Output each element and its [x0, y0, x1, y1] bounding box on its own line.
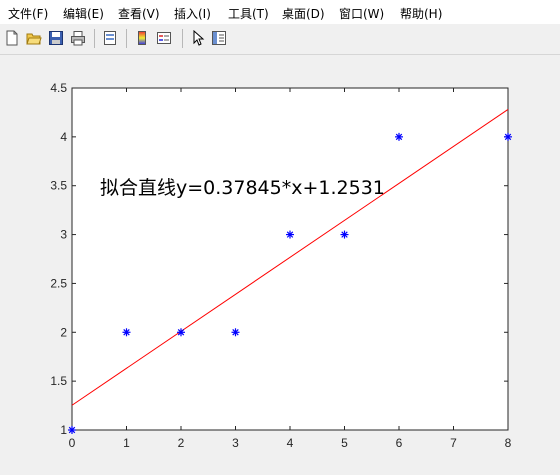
- print-preview-icon[interactable]: [100, 28, 120, 48]
- data-point-marker: [177, 328, 185, 337]
- x-tick-label: 6: [396, 436, 403, 450]
- x-tick-label: 3: [232, 436, 239, 450]
- data-point-marker: [340, 230, 349, 239]
- save-icon[interactable]: [46, 28, 66, 48]
- pointer-icon[interactable]: [188, 28, 208, 48]
- menu-desktop[interactable]: 桌面(D): [282, 5, 325, 22]
- menu-file[interactable]: 文件(F): [8, 5, 48, 22]
- x-tick-label: 0: [69, 436, 76, 450]
- print-icon[interactable]: [68, 28, 88, 48]
- menu-view[interactable]: 查看(V): [118, 5, 160, 22]
- y-tick-label: 1.5: [50, 374, 67, 388]
- menu-tools[interactable]: 工具(T): [228, 5, 269, 22]
- toolbar-separator: [182, 29, 183, 48]
- x-tick-label: 4: [287, 436, 294, 450]
- x-tick-label: 7: [450, 436, 457, 450]
- data-point-marker: [286, 230, 294, 239]
- y-tick-label: 4.5: [50, 81, 67, 95]
- new-file-icon[interactable]: [2, 28, 22, 48]
- y-tick-label: 3.5: [50, 179, 67, 193]
- x-tick-label: 8: [505, 436, 512, 450]
- menu-help[interactable]: 帮助(H): [400, 5, 442, 22]
- menu-insert[interactable]: 插入(I): [174, 5, 211, 22]
- fit-equation-annotation: 拟合直线y=0.37845*x+1.2531: [100, 177, 385, 199]
- toolbar: [0, 24, 560, 55]
- data-point-marker: [68, 426, 76, 434]
- data-point-marker: [122, 328, 131, 337]
- y-tick-label: 2.5: [50, 276, 67, 290]
- toolbar-separator: [94, 29, 95, 48]
- toolbar-separator: [126, 29, 127, 48]
- plot-area: [71, 87, 509, 431]
- x-tick-label: 2: [178, 436, 185, 450]
- x-tick-label: 1: [123, 436, 130, 450]
- y-tick-label: 2: [60, 325, 67, 339]
- data-point-marker: [231, 328, 240, 337]
- y-tick-label: 3: [60, 228, 67, 242]
- y-tick-label: 1: [60, 423, 67, 437]
- y-tick-label: 4: [60, 130, 67, 144]
- figure-canvas: 0 1 2 3 4 5 6 7 811.522.533.544.5 拟合直线y=0.37845*…: [50, 81, 512, 450]
- menu-bar: 文件(F) 编辑(E) 查看(V) 插入(I) 工具(T) 桌面(D) 窗口(W…: [0, 0, 560, 24]
- x-tick-label: 5: [341, 436, 348, 450]
- legend-icon[interactable]: [154, 28, 174, 48]
- menu-edit[interactable]: 编辑(E): [63, 5, 104, 22]
- property-editor-icon[interactable]: [209, 28, 229, 48]
- menu-window[interactable]: 窗口(W): [339, 5, 384, 22]
- open-folder-icon[interactable]: [24, 28, 44, 48]
- colorbar-icon[interactable]: [132, 28, 152, 48]
